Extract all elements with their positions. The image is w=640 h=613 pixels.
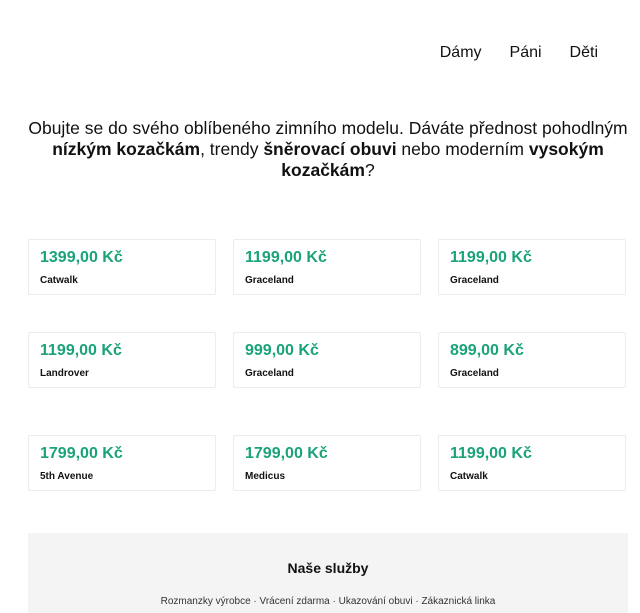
- intro-text-part3: nebo moderním: [396, 139, 529, 159]
- services-text: Rozmanzky výrobce · Vrácení zdarma · Uka…: [160, 596, 496, 607]
- product-brand: Landrover: [40, 368, 89, 379]
- product-card[interactable]: 1199,00 Kč Graceland: [233, 239, 421, 295]
- product-brand: Catwalk: [450, 471, 488, 482]
- product-price: 1799,00 Kč: [245, 445, 328, 462]
- product-card[interactable]: 1799,00 Kč 5th Avenue: [28, 435, 216, 491]
- product-card[interactable]: 1799,00 Kč Medicus: [233, 435, 421, 491]
- product-brand: Catwalk: [40, 275, 78, 286]
- nav-item-deti[interactable]: Děti: [570, 44, 598, 62]
- product-price: 899,00 Kč: [450, 342, 524, 359]
- top-navigation: Dámy Páni Děti: [440, 44, 598, 62]
- intro-text-part4: ?: [364, 160, 375, 180]
- product-card[interactable]: 1199,00 Kč Catwalk: [438, 435, 626, 491]
- services-title: Naše služby: [287, 560, 369, 576]
- product-brand: Graceland: [450, 368, 499, 379]
- services-section: Naše služby Rozmanzky výrobce · Vrácení …: [28, 533, 628, 613]
- product-card[interactable]: 1399,00 Kč Catwalk: [28, 239, 216, 295]
- intro-link-lace-shoes[interactable]: šněrovací obuvi: [263, 139, 396, 159]
- product-price: 1799,00 Kč: [40, 445, 123, 462]
- product-card[interactable]: 1199,00 Kč Graceland: [438, 239, 626, 295]
- intro-text-part1: Obujte se do svého oblíbeného zimního mo…: [28, 118, 628, 138]
- product-price: 1199,00 Kč: [40, 342, 122, 359]
- product-price: 1399,00 Kč: [40, 249, 123, 266]
- product-card[interactable]: 999,00 Kč Graceland: [233, 332, 421, 388]
- nav-item-damy[interactable]: Dámy: [440, 44, 482, 62]
- product-price: 1199,00 Kč: [450, 249, 532, 266]
- product-price: 1199,00 Kč: [245, 249, 327, 266]
- product-brand: Graceland: [245, 275, 294, 286]
- product-brand: Graceland: [450, 275, 499, 286]
- product-card[interactable]: 899,00 Kč Graceland: [438, 332, 626, 388]
- intro-text-part2: , trendy: [200, 139, 264, 159]
- product-card[interactable]: 1199,00 Kč Landrover: [28, 332, 216, 388]
- nav-item-pani[interactable]: Páni: [510, 44, 542, 62]
- intro-text: Obujte se do svého oblíbeného zimního mo…: [28, 118, 628, 181]
- product-brand: Graceland: [245, 368, 294, 379]
- product-brand: 5th Avenue: [40, 471, 94, 482]
- product-brand: Medicus: [245, 471, 286, 482]
- product-price: 999,00 Kč: [245, 342, 319, 359]
- product-price: 1199,00 Kč: [450, 445, 532, 462]
- intro-link-low-boots[interactable]: nízkým kozačkám: [52, 139, 200, 159]
